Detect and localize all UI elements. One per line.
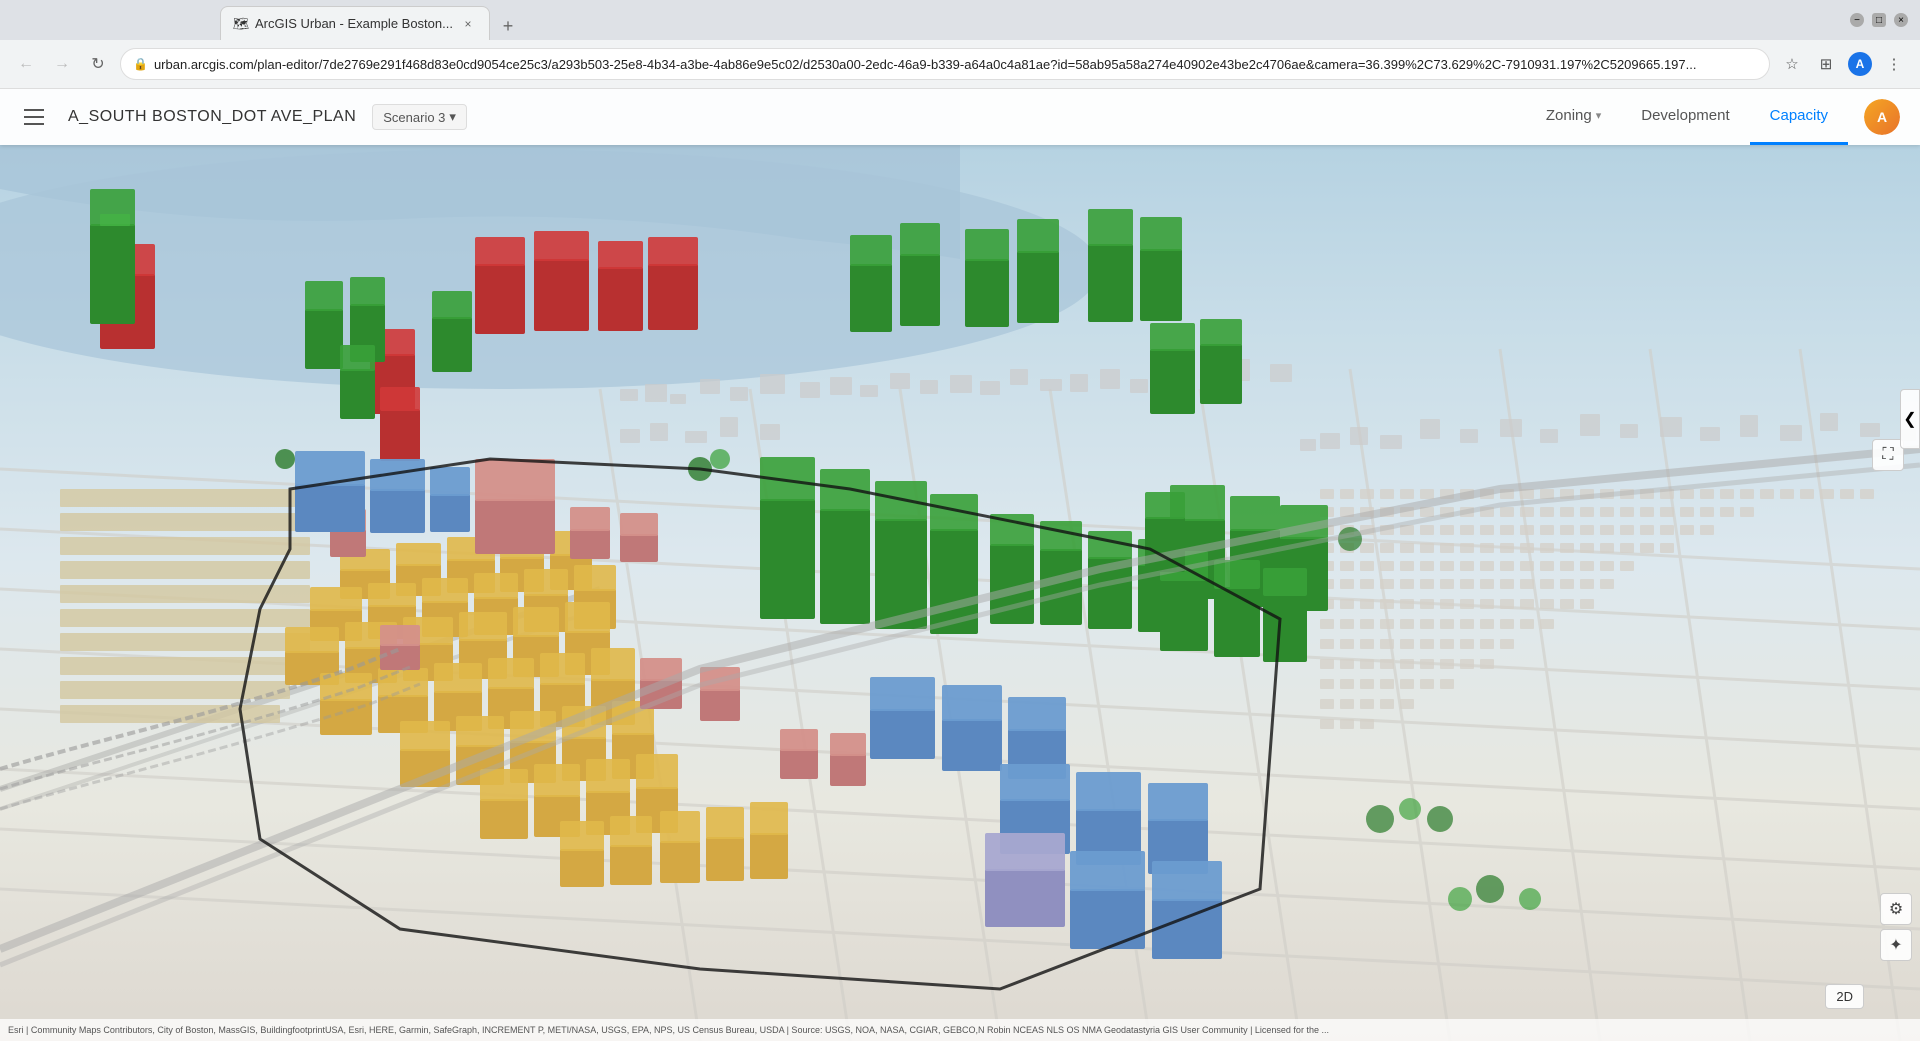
user-avatar-circle: A	[1864, 99, 1900, 135]
browser-toolbar-right: ☆ ⊞ A ⋮	[1778, 50, 1908, 78]
forward-button[interactable]: →	[48, 50, 76, 78]
basemap-controls: ⚙ ✦	[1880, 893, 1912, 961]
sun-icon[interactable]: ✦	[1880, 929, 1912, 961]
address-text: urban.arcgis.com/plan-editor/7de2769e291…	[154, 57, 1757, 72]
tab-favicon: 🗺	[233, 16, 249, 32]
nav-item-capacity[interactable]: Capacity	[1750, 89, 1848, 145]
browser-tab-active[interactable]: 🗺 ArcGIS Urban - Example Boston... ×	[220, 6, 490, 40]
back-button[interactable]: ←	[12, 50, 40, 78]
hamburger-menu-button[interactable]	[20, 101, 52, 133]
address-bar[interactable]: 🔒 urban.arcgis.com/plan-editor/7de2769e2…	[120, 48, 1770, 80]
tab-close-button[interactable]: ×	[459, 15, 477, 33]
new-tab-button[interactable]: +	[494, 12, 522, 40]
settings-icon[interactable]: ⚙	[1880, 893, 1912, 925]
window-close-button[interactable]: ×	[1894, 13, 1908, 27]
attribution-bar: Esri | Community Maps Contributors, City…	[0, 1019, 1920, 1041]
nav-item-development[interactable]: Development	[1621, 89, 1749, 145]
extensions-button[interactable]: ⊞	[1812, 50, 1840, 78]
scenario-chevron-icon: ▾	[449, 109, 456, 125]
user-avatar[interactable]: A	[1864, 99, 1900, 135]
window-minimize-button[interactable]: −	[1850, 13, 1864, 27]
attribution-text: Esri | Community Maps Contributors, City…	[8, 1025, 1329, 1035]
map-container[interactable]: ❮ ⛶ ⚙ ✦ 2D Esri | Community Maps Contrib…	[0, 89, 1920, 1041]
scenario-selector[interactable]: Scenario 3 ▾	[372, 104, 467, 130]
map-background: ❮ ⛶ ⚙ ✦ 2D Esri | Community Maps Contrib…	[0, 89, 1920, 1041]
zoning-chevron-icon: ▾	[1596, 109, 1602, 122]
2d-button[interactable]: 2D	[1825, 984, 1864, 1009]
bookmark-button[interactable]: ☆	[1778, 50, 1806, 78]
reload-button[interactable]: ↻	[84, 50, 112, 78]
profile-avatar: A	[1848, 52, 1872, 76]
lock-icon: 🔒	[133, 57, 148, 71]
app-header: A_SOUTH BOSTON_DOT AVE_PLAN Scenario 3 ▾…	[0, 89, 1920, 145]
browser-chrome: 🗺 ArcGIS Urban - Example Boston... × + −…	[0, 0, 1920, 89]
app-title: A_SOUTH BOSTON_DOT AVE_PLAN	[68, 108, 356, 126]
collapse-panel-button[interactable]: ❮	[1900, 389, 1920, 449]
profile-button[interactable]: A	[1846, 50, 1874, 78]
scenario-label: Scenario 3	[383, 110, 445, 125]
tab-bar: 🗺 ArcGIS Urban - Example Boston... × + −…	[0, 0, 1920, 40]
nav-item-zoning[interactable]: Zoning ▾	[1526, 89, 1621, 145]
app-container: A_SOUTH BOSTON_DOT AVE_PLAN Scenario 3 ▾…	[0, 89, 1920, 1041]
more-button[interactable]: ⋮	[1880, 50, 1908, 78]
window-maximize-button[interactable]: □	[1872, 13, 1886, 27]
collapse-icon: ❮	[1903, 409, 1916, 429]
app-nav: Zoning ▾ Development Capacity	[1526, 89, 1848, 145]
city-3d-map	[0, 89, 1920, 1041]
tab-title: ArcGIS Urban - Example Boston...	[255, 16, 453, 31]
browser-toolbar: ← → ↻ 🔒 urban.arcgis.com/plan-editor/7de…	[0, 40, 1920, 88]
